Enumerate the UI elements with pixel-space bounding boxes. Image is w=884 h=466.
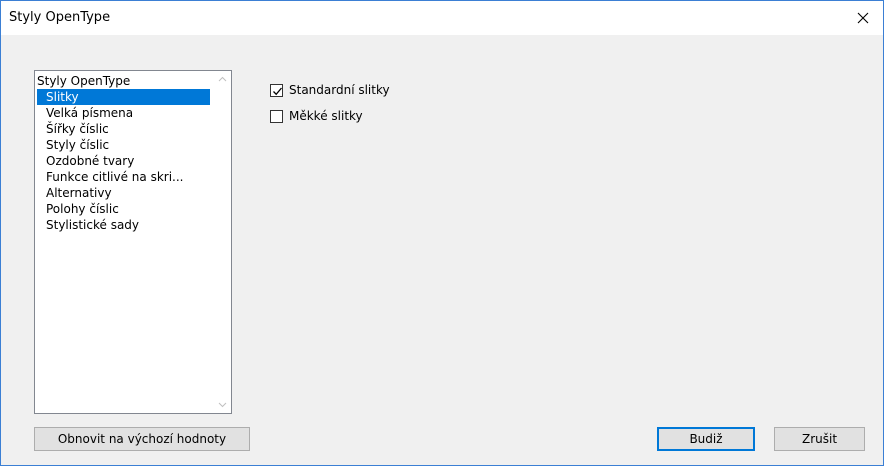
opentype-dialog: Styly OpenType Styly OpenType Slitky Vel… (0, 0, 884, 466)
list-item-funkce-citlive[interactable]: Funkce citlivé na skri... (36, 169, 208, 185)
scroll-down-arrow-icon[interactable] (218, 400, 227, 409)
list-item-velka-pismena[interactable]: Velká písmena (36, 105, 208, 121)
feature-list-header: Styly OpenType (37, 74, 131, 88)
title-bar: Styly OpenType (1, 1, 883, 35)
standardni-slitky-label: Standardní slitky (289, 83, 390, 97)
scroll-up-arrow-icon[interactable] (218, 75, 227, 84)
list-item-styly-cislic[interactable]: Styly číslic (36, 137, 208, 153)
feature-list-items: Styly OpenType Slitky Velká písmena Šířk… (36, 73, 212, 233)
option-standardni-slitky[interactable]: Standardní slitky (270, 82, 390, 98)
list-item-ozdobne-tvary[interactable]: Ozdobné tvary (36, 153, 208, 169)
reset-defaults-button[interactable]: Obnovit na výchozí hodnoty (34, 427, 250, 451)
list-item-slitky[interactable]: Slitky (37, 89, 210, 105)
vertical-scrollbar[interactable] (214, 71, 231, 413)
mekke-slitky-label: Měkké slitky (289, 109, 363, 123)
list-item-alternativy[interactable]: Alternativy (36, 185, 208, 201)
close-button[interactable] (843, 1, 883, 35)
close-icon (857, 12, 869, 24)
mekke-slitky-checkbox[interactable] (270, 109, 283, 123)
list-item-sirky-cislic[interactable]: Šířky číslic (36, 121, 208, 137)
option-mekke-slitky[interactable]: Měkké slitky (270, 108, 363, 124)
cancel-button[interactable]: Zrušit (774, 427, 865, 451)
feature-list[interactable]: Styly OpenType Slitky Velká písmena Šířk… (34, 70, 232, 414)
standardni-slitky-checkbox[interactable] (270, 83, 283, 97)
ok-button[interactable]: Budiž (657, 427, 755, 451)
dialog-title: Styly OpenType (9, 10, 111, 25)
checkmark-icon (273, 87, 282, 95)
list-item-stylisticke-sady[interactable]: Stylistické sady (36, 217, 208, 233)
list-item-polohy-cislic[interactable]: Polohy číslic (36, 201, 208, 217)
